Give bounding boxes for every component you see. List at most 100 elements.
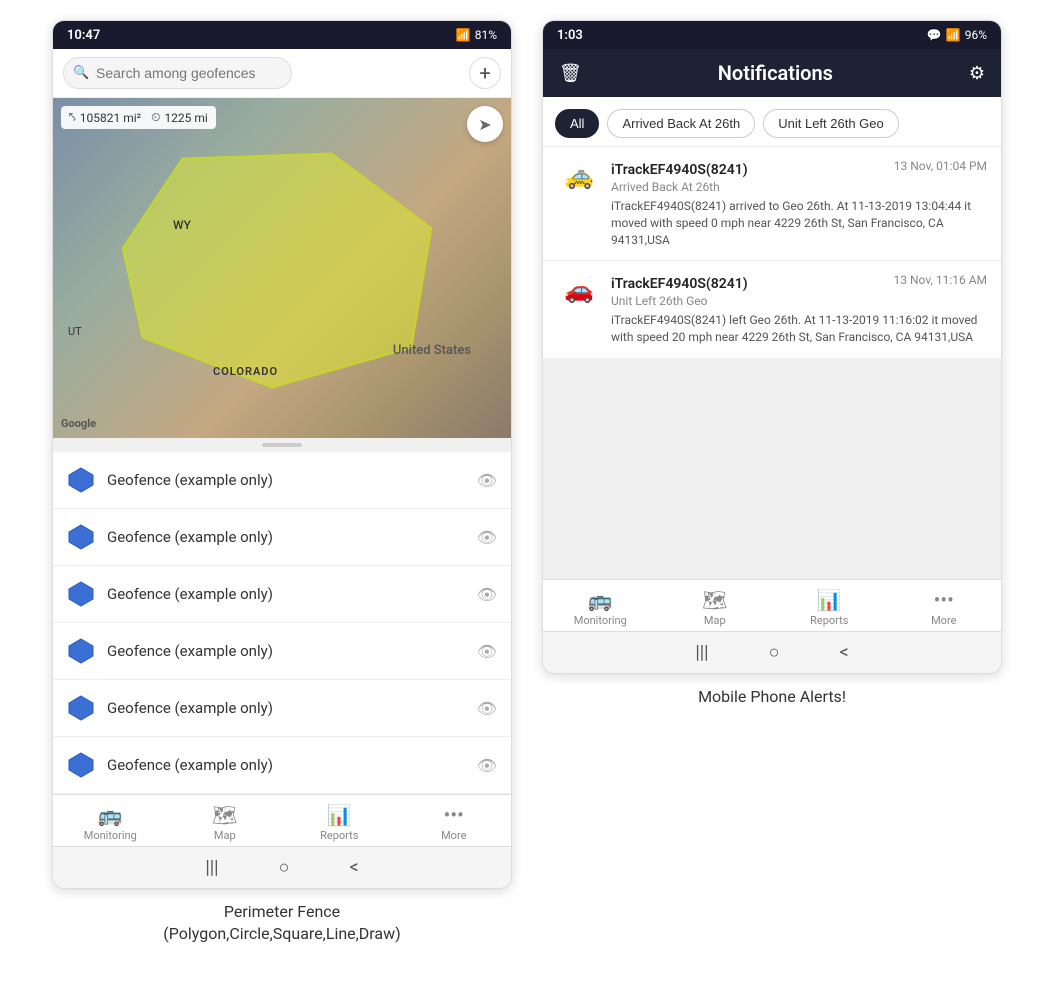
map-label: Map xyxy=(214,829,236,842)
geofence-name: Geofence (example only) xyxy=(107,756,465,774)
notifications-title: Notifications xyxy=(718,61,833,85)
geofence-shape-icon xyxy=(67,523,95,551)
dist-stat: ⏲ 1225 mi xyxy=(151,110,208,125)
android-recents[interactable]: ||| xyxy=(205,857,218,878)
geofence-item[interactable]: Geofence (example only) 👁︎ xyxy=(53,623,511,680)
right-monitoring-label: Monitoring xyxy=(574,614,627,627)
reports-icon: 📊 xyxy=(327,803,352,827)
google-logo: Google xyxy=(61,417,96,430)
android-back[interactable]: < xyxy=(349,857,358,878)
dist-icon: ⏲ xyxy=(151,110,160,125)
geofence-shape-icon xyxy=(67,466,95,494)
geofence-name: Geofence (example only) xyxy=(107,471,465,489)
geofence-shape-icon xyxy=(67,694,95,722)
map-label-us: United States xyxy=(393,343,471,358)
visibility-icon[interactable]: 👁︎ xyxy=(477,642,497,661)
search-input[interactable] xyxy=(63,57,292,89)
right-nav-reports[interactable]: 📊 Reports xyxy=(799,588,859,627)
nav-monitoring[interactable]: 🚌 Monitoring xyxy=(80,803,140,842)
android-home[interactable]: ○ xyxy=(279,857,290,878)
right-time: 1:03 xyxy=(557,28,583,43)
area-stat: ⤣ 105821 mi² xyxy=(69,110,141,125)
visibility-icon[interactable]: 👁︎ xyxy=(477,699,497,718)
left-phone: 10:47 📶 81% 🔍 + xyxy=(52,20,512,889)
reports-label: Reports xyxy=(320,829,358,842)
visibility-icon[interactable]: 👁︎ xyxy=(477,585,497,604)
left-phone-wrapper: 10:47 📶 81% 🔍 + xyxy=(52,20,512,946)
map-overlay: ⤣ 105821 mi² ⏲ 1225 mi ➤ WY UT COLORADO … xyxy=(53,98,511,438)
right-nav-map[interactable]: 🗺 Map xyxy=(685,588,745,627)
right-monitoring-icon: 🚌 xyxy=(588,588,613,612)
left-caption: Perimeter Fence(Polygon,Circle,Square,Li… xyxy=(163,901,400,946)
device-name-2: iTrackEF4940S(8241) xyxy=(611,276,748,292)
map-icon: 🗺 xyxy=(212,803,237,827)
right-more-label: More xyxy=(931,614,956,627)
nav-more[interactable]: ••• More xyxy=(424,803,484,842)
more-icon: ••• xyxy=(444,803,464,827)
notif-info-2: iTrackEF4940S(8241) Unit Left 26th Geo xyxy=(611,273,884,308)
geofence-item[interactable]: Geofence (example only) 👁︎ xyxy=(53,452,511,509)
geofence-item[interactable]: Geofence (example only) 👁︎ xyxy=(53,566,511,623)
map-stats: ⤣ 105821 mi² ⏲ 1225 mi xyxy=(61,106,216,129)
monitoring-label: Monitoring xyxy=(84,829,137,842)
notif-type-2: Unit Left 26th Geo xyxy=(611,294,884,308)
right-android-home[interactable]: ○ xyxy=(769,642,780,663)
right-android-nav: ||| ○ < xyxy=(543,631,1001,673)
right-nav-more[interactable]: ••• More xyxy=(914,588,974,627)
nav-reports[interactable]: 📊 Reports xyxy=(309,803,369,842)
filter-all[interactable]: All xyxy=(555,109,599,138)
right-wifi-icon: 📶 xyxy=(946,28,961,42)
right-android-recents[interactable]: ||| xyxy=(695,642,708,663)
search-icon: 🔍 xyxy=(73,66,89,81)
visibility-icon[interactable]: 👁︎ xyxy=(477,756,497,775)
right-phone: 1:03 💬 📶 96% 🗑 Notifications ⚙ All Arriv… xyxy=(542,20,1002,674)
notification-item-1[interactable]: 🚕 iTrackEF4940S(8241) Arrived Back At 26… xyxy=(543,147,1001,261)
map-label-ut: UT xyxy=(68,325,82,338)
right-map-icon: 🗺 xyxy=(702,588,727,612)
map-container[interactable]: ⤣ 105821 mi² ⏲ 1225 mi ➤ WY UT COLORADO … xyxy=(53,98,511,438)
notif-time-1: 13 Nov, 01:04 PM xyxy=(894,159,987,173)
search-bar: 🔍 + xyxy=(53,49,511,98)
geofence-name: Geofence (example only) xyxy=(107,585,465,603)
compass-button[interactable]: ➤ xyxy=(467,106,503,142)
filter-tabs: All Arrived Back At 26th Unit Left 26th … xyxy=(543,97,1001,147)
notifications-empty-area xyxy=(543,359,1001,579)
map-label-co: COLORADO xyxy=(213,365,278,378)
visibility-icon[interactable]: 👁︎ xyxy=(477,471,497,490)
car-avatar-1: 🚕 xyxy=(557,161,601,191)
geofence-item[interactable]: Geofence (example only) 👁︎ xyxy=(53,509,511,566)
notif-body-2: iTrackEF4940S(8241) left Geo 26th. At 11… xyxy=(611,312,987,346)
geofence-name: Geofence (example only) xyxy=(107,642,465,660)
notif-header-2: 🚗 iTrackEF4940S(8241) Unit Left 26th Geo… xyxy=(557,273,987,308)
filter-left[interactable]: Unit Left 26th Geo xyxy=(763,109,899,138)
nav-map[interactable]: 🗺 Map xyxy=(195,803,255,842)
visibility-icon[interactable]: 👁︎ xyxy=(477,528,497,547)
right-phone-wrapper: 1:03 💬 📶 96% 🗑 Notifications ⚙ All Arriv… xyxy=(542,20,1002,708)
notif-header-1: 🚕 iTrackEF4940S(8241) Arrived Back At 26… xyxy=(557,159,987,194)
wifi-icon: 📶 xyxy=(456,28,471,42)
notification-item-2[interactable]: 🚗 iTrackEF4940S(8241) Unit Left 26th Geo… xyxy=(543,261,1001,359)
geofence-item[interactable]: Geofence (example only) 👁︎ xyxy=(53,680,511,737)
delete-icon[interactable]: 🗑 xyxy=(559,63,582,84)
area-icon: ⤣ xyxy=(69,110,76,125)
right-reports-icon: 📊 xyxy=(817,588,842,612)
right-battery: 96% xyxy=(965,28,987,42)
notif-info-1: iTrackEF4940S(8241) Arrived Back At 26th xyxy=(611,159,884,194)
scroll-indicator xyxy=(53,438,511,452)
map-label-wy: WY xyxy=(173,218,191,232)
settings-icon[interactable]: ⚙ xyxy=(969,63,985,84)
geofence-shape-icon xyxy=(67,637,95,665)
right-android-back[interactable]: < xyxy=(839,642,848,663)
notif-type-1: Arrived Back At 26th xyxy=(611,180,884,194)
filter-arrived[interactable]: Arrived Back At 26th xyxy=(607,109,755,138)
search-wrapper[interactable]: 🔍 xyxy=(63,57,461,89)
add-geofence-button[interactable]: + xyxy=(469,57,501,89)
left-bottom-nav: 🚌 Monitoring 🗺 Map 📊 Reports ••• More xyxy=(53,794,511,846)
dist-value: 1225 mi xyxy=(164,111,207,125)
right-status-right: 💬 📶 96% xyxy=(927,28,987,42)
scroll-pill xyxy=(262,443,302,447)
right-map-label: Map xyxy=(704,614,726,627)
left-status-bar: 10:47 📶 81% xyxy=(53,21,511,49)
geofence-item[interactable]: Geofence (example only) 👁︎ xyxy=(53,737,511,794)
right-nav-monitoring[interactable]: 🚌 Monitoring xyxy=(570,588,630,627)
